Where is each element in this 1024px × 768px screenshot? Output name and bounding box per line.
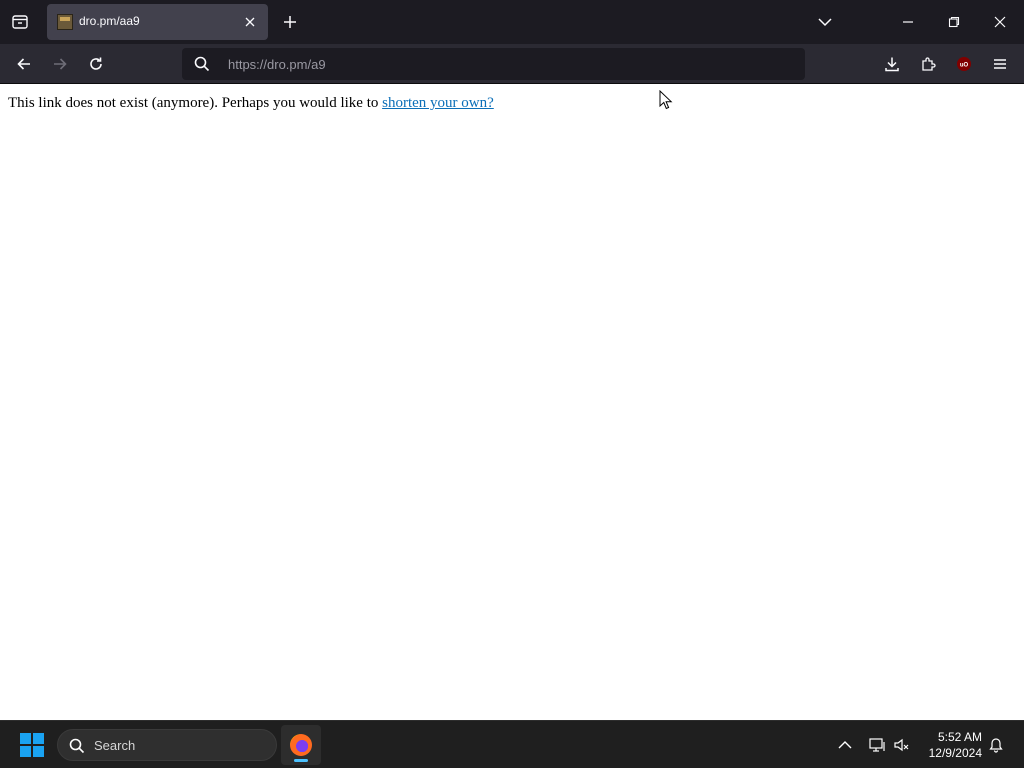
tab-overview-icon[interactable] [8,10,32,34]
address-bar[interactable]: https://dro.pm/a9 [182,48,805,80]
shorten-link[interactable]: shorten your own? [382,95,494,111]
windows-start-icon[interactable] [20,733,44,757]
bell-icon[interactable] [984,733,1008,757]
site-favicon-icon [57,14,73,30]
minimize-icon[interactable] [896,10,920,34]
navigation-toolbar: https://dro.pm/a9 uO [0,44,1024,84]
network-icon[interactable] [865,733,889,757]
system-clock[interactable]: 5:52 AM 12/9/2024 [929,729,982,761]
hamburger-menu-icon[interactable] [986,50,1014,78]
firefox-icon [290,734,312,756]
firefox-taskbar-button[interactable] [281,725,321,765]
taskbar: Search 5:52 AM 12/9/2024 [0,720,1024,768]
running-indicator [294,759,308,762]
tab-bar: dro.pm/aa9 [0,0,1024,44]
download-icon[interactable] [878,50,906,78]
page-content: This link does not exist (anymore). Perh… [0,85,1024,720]
plus-icon[interactable] [278,10,302,34]
clock-date: 12/9/2024 [928,746,982,760]
forward-arrow-icon[interactable] [46,50,74,78]
extensions-icon[interactable] [914,50,942,78]
restore-icon[interactable] [942,10,966,34]
window-close-icon[interactable] [988,10,1012,34]
chevron-down-icon[interactable] [813,10,837,34]
taskbar-search[interactable]: Search [57,729,277,761]
message-text: This link does not exist (anymore). Perh… [8,95,383,111]
mouse-cursor-icon [659,89,673,110]
clock-time: 5:52 AM [937,730,982,744]
search-label: Search [94,738,136,753]
search-icon [69,738,85,754]
tab-title: dro.pm/aa9 [79,14,140,28]
chevron-up-icon[interactable] [833,733,857,757]
url-text: https://dro.pm/a9 [228,57,326,72]
volume-muted-icon[interactable] [890,733,914,757]
active-tab[interactable]: dro.pm/aa9 [47,4,268,40]
svg-text:uO: uO [960,63,969,69]
reload-icon[interactable] [82,50,110,78]
ublock-icon[interactable]: uO [950,50,978,78]
search-icon [194,56,210,72]
back-arrow-icon[interactable] [10,50,38,78]
close-icon[interactable] [240,12,260,32]
not-found-message: This link does not exist (anymore). Perh… [8,95,494,112]
